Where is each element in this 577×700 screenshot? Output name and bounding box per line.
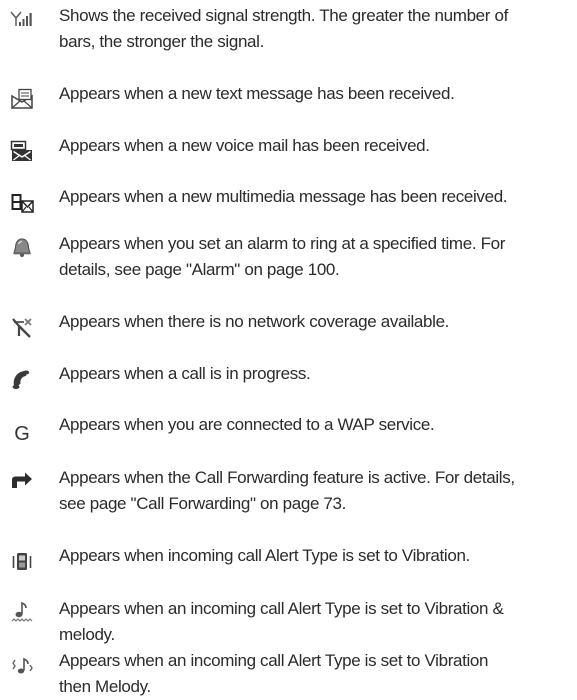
- call-in-progress-icon: [10, 367, 34, 391]
- vibration-then-melody-icon: [10, 654, 34, 678]
- list-item-description: Appears when an incoming call Alert Type…: [59, 651, 489, 696]
- list-item-description: Appears when there is no network coverag…: [59, 312, 450, 331]
- list-item-description: Appears when a call is in progress.: [59, 364, 311, 383]
- multimedia-message-icon: [10, 191, 34, 215]
- list-item-description: Appears when a new multimedia message ha…: [59, 187, 508, 206]
- list-item-description: Appears when you are connected to a WAP …: [59, 415, 435, 434]
- voice-mail-icon: [10, 139, 34, 163]
- list-item-description: Appears when a new voice mail has been r…: [59, 136, 430, 155]
- text-message-icon: [10, 87, 34, 111]
- list-item-description: Appears when incoming call Alert Type is…: [59, 546, 470, 565]
- list-item-description: Shows the received signal strength. The …: [59, 6, 508, 51]
- list-item-description: Appears when an incoming call Alert Type…: [59, 599, 504, 644]
- no-network-icon: [10, 315, 34, 339]
- list-item-description: Appears when a new text message has been…: [59, 84, 455, 103]
- wap-service-icon: G: [14, 423, 30, 445]
- list-item-description: Appears when you set an alarm to ring at…: [59, 234, 506, 279]
- vibration-icon: [10, 549, 34, 573]
- alarm-icon: [10, 235, 34, 259]
- list-item-description: Appears when the Call Forwarding feature…: [59, 468, 515, 513]
- call-forwarding-icon: [10, 469, 34, 493]
- signal-strength-icon: [10, 6, 34, 30]
- vibration-and-melody-icon: [10, 600, 34, 624]
